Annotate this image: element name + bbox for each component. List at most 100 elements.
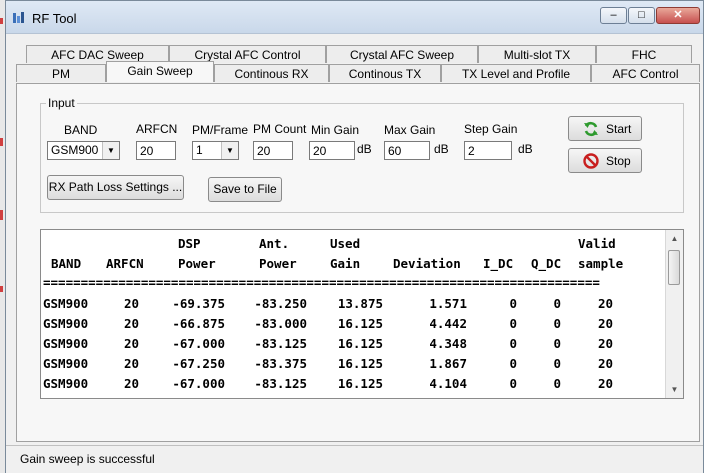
table-row[interactable]: GSM900 20 -67.000 -83.125 16.125 4.104 0 0 20 [41,376,665,396]
scrollbar-thumb[interactable] [668,250,680,285]
table-row[interactable]: GSM900 20 -66.875 -83.000 16.125 4.442 0 0 20 [41,316,665,336]
vertical-scrollbar[interactable]: ▲ ▼ [665,230,683,398]
table-cell: 0 [509,356,517,371]
tab-crystal-afc-sweep[interactable]: Crystal AFC Sweep [326,45,478,63]
table-cell: 16.125 [337,336,383,351]
chevron-down-icon[interactable]: ▼ [221,142,238,159]
table-cell: 1.571 [429,296,467,311]
table-cell: 4.348 [429,336,467,351]
min-gain-label: Min Gain [311,123,360,137]
table-row[interactable]: GSM900 20 -67.000 -83.125 16.125 4.348 0 0 20 [41,336,665,356]
tab-gain-sweep[interactable]: Gain Sweep [106,61,214,82]
table-cell: 16.125 [337,376,383,391]
pm-count-label: PM Count [253,122,307,136]
table-cell: 20 [123,336,139,351]
table-cell: 20 [123,296,139,311]
arfcn-label: ARFCN [136,122,178,136]
tab-tx-level-and-profile[interactable]: TX Level and Profile [441,64,591,82]
status-bar: Gain sweep is successful [6,445,703,473]
table-cell: 16.125 [337,356,383,371]
table-cell: 13.875 [337,296,383,311]
table-cell: 4.442 [429,316,467,331]
header-arfcn: ARFCN [106,256,144,271]
header-sample: sample [578,256,624,271]
maximize-button[interactable]: □ [628,7,655,24]
input-group-label: Input [46,96,77,110]
table-cell: 16.125 [337,316,383,331]
step-gain-unit: dB [518,142,533,156]
table-cell: 20 [597,316,613,331]
rf-tool-window: RF Tool – □ ✕ AFC DAC Sweep Crystal AFC … [5,0,704,473]
header-q-dc: Q_DC [531,256,562,271]
min-gain-unit: dB [357,142,372,156]
close-button[interactable]: ✕ [656,7,700,24]
pm-frame-select[interactable]: 1 ▼ [192,141,239,160]
results-table[interactable]: DSP Ant. Used Valid BAND ARFCN Power Pow… [40,229,684,399]
tab-fhc[interactable]: FHC [596,45,692,63]
scroll-up-icon[interactable]: ▲ [666,230,683,247]
table-cell: 20 [597,356,613,371]
table-cell: 0 [509,316,517,331]
chevron-down-icon[interactable]: ▼ [102,142,119,159]
table-cell: -67.250 [172,356,225,371]
table-cell: 20 [123,316,139,331]
min-gain-input[interactable] [309,141,355,160]
minimize-button[interactable]: – [600,7,627,24]
tab-multi-slot-tx[interactable]: Multi-slot TX [478,45,596,63]
header-gain: Gain [330,256,361,271]
table-row[interactable]: GSM900 20 -67.250 -83.375 16.125 1.867 0 0 20 [41,356,665,376]
table-cell: -69.375 [172,296,225,311]
table-cell: -67.000 [172,336,225,351]
pm-count-input[interactable] [253,141,293,160]
table-cell: 20 [597,296,613,311]
table-cell: 0 [509,296,517,311]
header-used: Used [330,236,361,251]
table-cell: GSM900 [43,376,89,391]
stop-icon [583,153,599,169]
table-cell: -83.250 [254,296,307,311]
window-title: RF Tool [32,11,77,26]
scroll-down-icon[interactable]: ▼ [666,381,683,398]
table-cell: 0 [509,336,517,351]
stop-button[interactable]: Stop [568,148,642,173]
status-text: Gain sweep is successful [20,452,155,466]
header-ant: Ant. [259,236,290,251]
table-cell: 0 [553,376,561,391]
band-select[interactable]: GSM900 ▼ [47,141,120,160]
stop-button-label: Stop [606,154,631,168]
table-cell: 20 [597,376,613,391]
header-i-dc: I_DC [483,256,514,271]
start-button[interactable]: Start [568,116,642,141]
table-cell: GSM900 [43,356,89,371]
header-dsp: DSP [178,236,201,251]
table-cell: 0 [553,356,561,371]
pm-frame-select-value: 1 [196,143,203,157]
arfcn-input[interactable] [136,141,176,160]
max-gain-input[interactable] [384,141,430,160]
table-cell: 0 [509,376,517,391]
tab-continous-tx[interactable]: Continous TX [329,64,441,82]
table-cell: -83.375 [254,356,307,371]
table-row[interactable]: GSM900 20 -69.375 -83.250 13.875 1.571 0 0 20 [41,296,665,316]
title-bar[interactable]: RF Tool – □ ✕ [6,1,703,34]
table-cell: 20 [597,336,613,351]
tab-continous-rx[interactable]: Continous RX [214,64,329,82]
band-label: BAND [64,123,98,137]
table-cell: GSM900 [43,336,89,351]
table-separator: ========================================… [43,275,600,290]
save-to-file-button[interactable]: Save to File [208,177,282,202]
band-select-value: GSM900 [51,143,99,157]
tab-pm[interactable]: PM [16,64,106,82]
table-cell: 1.867 [429,356,467,371]
tab-afc-control[interactable]: AFC Control [591,64,700,82]
max-gain-label: Max Gain [384,123,436,137]
refresh-icon [584,121,598,137]
table-cell: -83.125 [254,336,307,351]
max-gain-unit: dB [434,142,449,156]
table-cell: GSM900 [43,316,89,331]
gain-sweep-panel: Input BAND GSM900 ▼ ARFCN PM/Frame 1 ▼ P… [16,83,700,442]
step-gain-input[interactable] [464,141,512,160]
rx-path-loss-settings-button[interactable]: RX Path Loss Settings ... [47,175,184,200]
table-cell: -83.000 [254,316,307,331]
table-cell: -67.000 [172,376,225,391]
